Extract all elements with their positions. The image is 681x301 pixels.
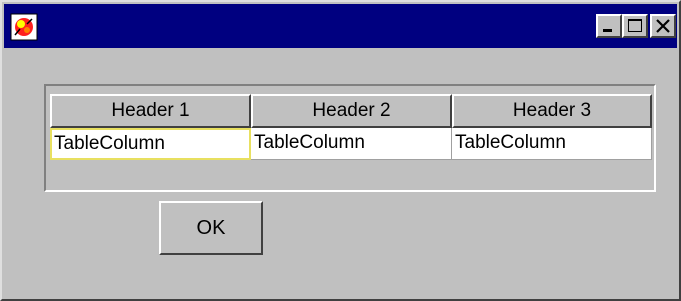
table-cell-1-2[interactable]: TableColumn (251, 128, 452, 160)
maximize-icon (628, 19, 642, 32)
table-cell-1-1[interactable]: TableColumn (50, 128, 251, 160)
maximize-button[interactable] (622, 14, 648, 38)
java-app-icon[interactable] (10, 13, 38, 41)
minimize-icon (603, 29, 612, 32)
table-header-1[interactable]: Header 1 (50, 94, 251, 128)
table-header-3[interactable]: Header 3 (452, 94, 652, 128)
minimize-button[interactable] (596, 14, 622, 38)
close-button[interactable] (650, 14, 676, 38)
table-scroll-pane: Header 1 Header 2 Header 3 TableColumn T… (44, 84, 656, 192)
table-cell-1-3[interactable]: TableColumn (452, 128, 652, 160)
close-icon (656, 19, 670, 33)
dialog-window: Header 1 Header 2 Header 3 TableColumn T… (0, 0, 681, 301)
table-header-2[interactable]: Header 2 (251, 94, 452, 128)
ok-button[interactable]: OK (159, 201, 263, 255)
title-bar[interactable] (4, 4, 677, 48)
